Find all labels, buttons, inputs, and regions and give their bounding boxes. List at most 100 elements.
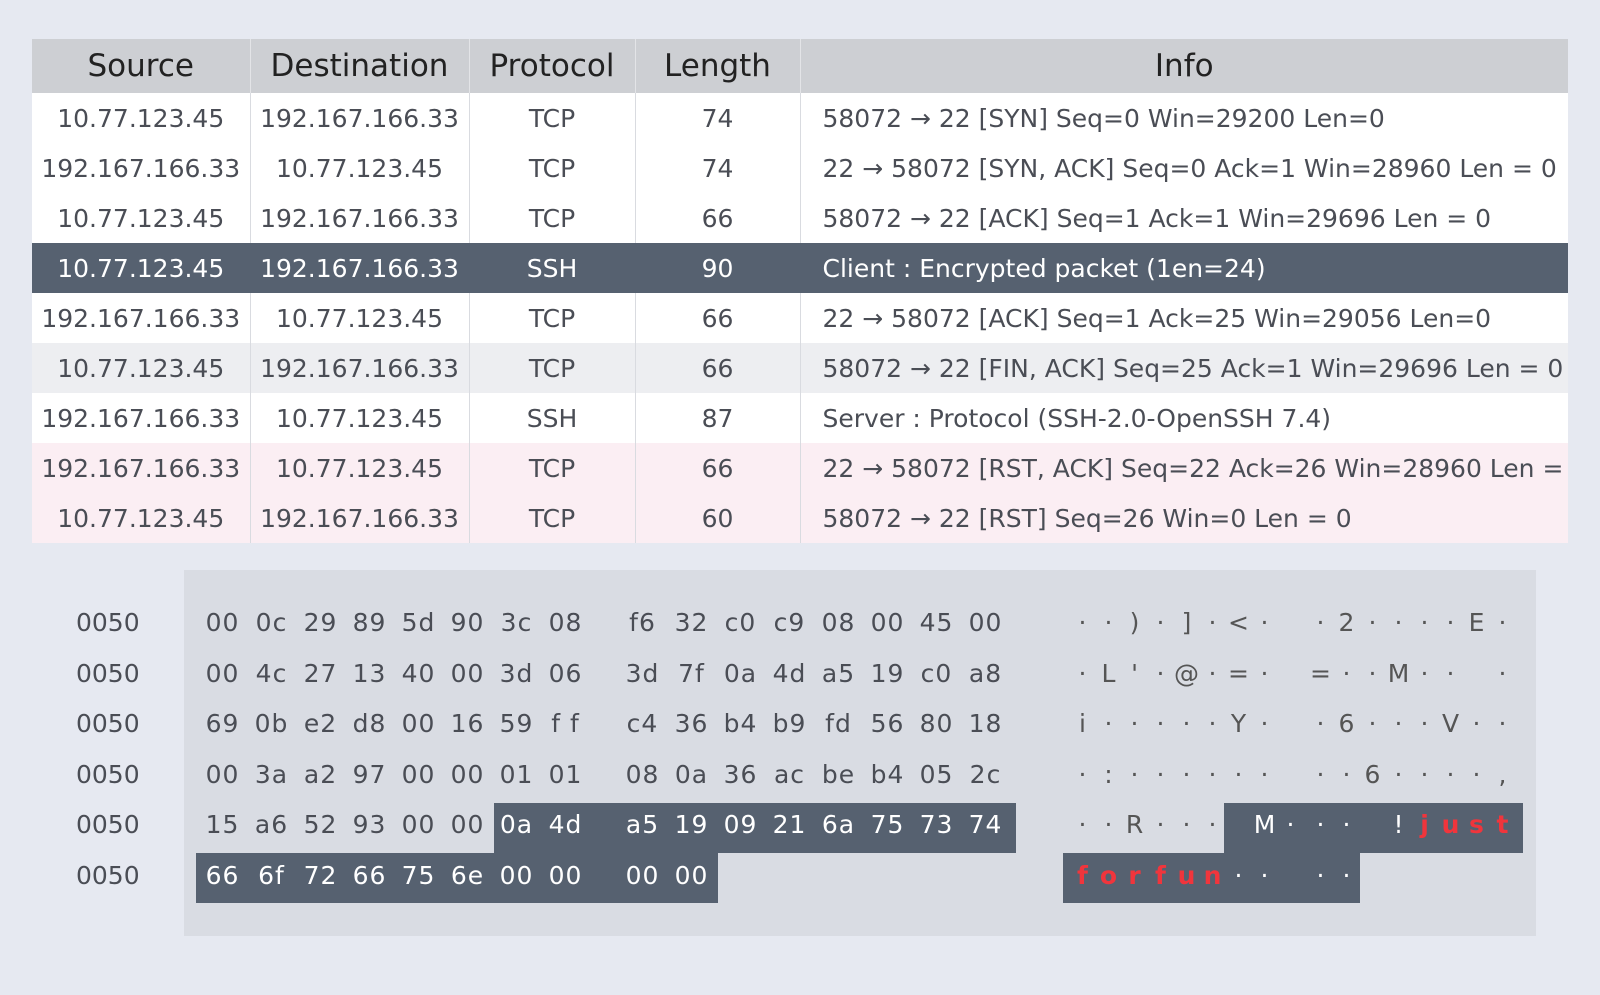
hex-byte[interactable]: 45 <box>912 608 961 637</box>
hex-byte[interactable]: 73 <box>912 810 961 839</box>
hex-byte[interactable]: 36 <box>716 760 765 789</box>
hex-byte[interactable]: 27 <box>296 659 345 688</box>
hex-byte[interactable]: c4 <box>618 709 667 738</box>
hex-byte[interactable]: a2 <box>296 760 345 789</box>
ascii-char[interactable]: · <box>1249 608 1280 637</box>
hex-byte[interactable]: 52 <box>296 810 345 839</box>
hex-byte[interactable]: 3a <box>247 760 296 789</box>
hex-byte[interactable]: 74 <box>961 810 1010 839</box>
ascii-char[interactable]: · <box>1487 608 1518 637</box>
packet-row[interactable]: 192.167.166.33 10.77.123.45 TCP 66 22 → 5807… <box>32 443 1568 493</box>
hex-byte[interactable]: 00 <box>961 608 1010 637</box>
ascii-char[interactable]: · <box>1487 659 1518 688</box>
ascii-char[interactable]: t <box>1487 810 1518 839</box>
hex-byte[interactable]: c0 <box>912 659 961 688</box>
hex-byte[interactable]: 0a <box>667 760 716 789</box>
hex-byte[interactable]: c9 <box>765 608 814 637</box>
hex-byte[interactable]: a8 <box>961 659 1010 688</box>
hex-byte[interactable]: 21 <box>765 810 814 839</box>
packet-row[interactable]: 10.77.123.45 192.167.166.33 SSH 90 Client : … <box>32 243 1568 293</box>
packet-row[interactable]: 192.167.166.33 10.77.123.45 TCP 66 22 → 5807… <box>32 293 1568 343</box>
hex-byte[interactable]: 3c <box>492 608 541 637</box>
hex-byte[interactable]: 09 <box>716 810 765 839</box>
ascii-char[interactable]: , <box>1487 760 1518 789</box>
hex-byte[interactable]: 80 <box>912 709 961 738</box>
hex-byte[interactable]: 56 <box>863 709 912 738</box>
ascii-char[interactable]: · <box>1331 810 1362 839</box>
packet-row[interactable]: 10.77.123.45 192.167.166.33 TCP 60 58072 → 2… <box>32 493 1568 543</box>
column-header-info[interactable]: Info <box>799 39 1568 93</box>
packet-row[interactable]: 10.77.123.45 192.167.166.33 TCP 74 58072 → 2… <box>32 93 1568 143</box>
hex-byte[interactable]: 0a <box>716 659 765 688</box>
hex-byte[interactable]: 06 <box>541 659 590 688</box>
packet-row[interactable]: 10.77.123.45 192.167.166.33 TCP 66 58072 → 2… <box>32 343 1568 393</box>
packet-row[interactable]: 192.167.166.33 10.77.123.45 SSH 87 Server : … <box>32 393 1568 443</box>
hex-byte[interactable]: ac <box>765 760 814 789</box>
hex-byte[interactable]: 19 <box>863 659 912 688</box>
hex-byte[interactable]: 19 <box>667 810 716 839</box>
hex-byte[interactable]: b4 <box>863 760 912 789</box>
hex-byte[interactable]: 40 <box>394 659 443 688</box>
hex-byte[interactable]: b9 <box>765 709 814 738</box>
hex-byte[interactable]: 66 <box>345 861 394 890</box>
hex-byte[interactable]: 00 <box>198 760 247 789</box>
hex-byte[interactable]: 18 <box>961 709 1010 738</box>
hex-byte[interactable]: 6f <box>247 861 296 890</box>
hex-byte[interactable]: c0 <box>716 608 765 637</box>
column-header-protocol[interactable]: Protocol <box>468 39 635 93</box>
hex-byte[interactable]: 05 <box>912 760 961 789</box>
ascii-char[interactable]: · <box>1197 810 1228 839</box>
hex-byte[interactable]: 7f <box>667 659 716 688</box>
hex-byte[interactable]: 89 <box>345 608 394 637</box>
hex-byte[interactable]: 00 <box>492 861 541 890</box>
hex-byte[interactable]: 97 <box>345 760 394 789</box>
hex-byte[interactable]: 0c <box>247 608 296 637</box>
column-header-source[interactable]: Source <box>32 39 250 93</box>
hex-byte[interactable]: 13 <box>345 659 394 688</box>
hex-byte[interactable]: 00 <box>618 861 667 890</box>
hex-byte[interactable]: be <box>814 760 863 789</box>
hex-byte[interactable]: 36 <box>667 709 716 738</box>
hex-byte[interactable]: 72 <box>296 861 345 890</box>
ascii-char[interactable]: · <box>1249 659 1280 688</box>
hex-byte[interactable]: d8 <box>345 709 394 738</box>
hex-byte[interactable]: 00 <box>443 760 492 789</box>
hex-byte[interactable]: 00 <box>394 810 443 839</box>
hex-byte[interactable]: 0a <box>492 810 541 839</box>
ascii-char[interactable]: · <box>1249 861 1280 890</box>
hex-byte[interactable]: 01 <box>541 760 590 789</box>
hex-byte[interactable]: 59 <box>492 709 541 738</box>
hex-byte[interactable]: 08 <box>618 760 667 789</box>
hex-byte[interactable]: a5 <box>618 810 667 839</box>
hex-byte[interactable]: 69 <box>198 709 247 738</box>
hex-byte[interactable]: 15 <box>198 810 247 839</box>
hex-byte[interactable]: 4d <box>541 810 590 839</box>
hex-byte[interactable]: 5d <box>394 608 443 637</box>
hex-byte[interactable]: 08 <box>541 608 590 637</box>
hex-byte[interactable]: fd <box>814 709 863 738</box>
hex-byte[interactable]: 00 <box>541 861 590 890</box>
hex-byte[interactable]: 00 <box>443 810 492 839</box>
hex-byte[interactable]: 00 <box>198 659 247 688</box>
hex-byte[interactable]: 00 <box>394 760 443 789</box>
hex-byte[interactable]: f f <box>541 709 590 738</box>
hex-byte[interactable]: 3d <box>492 659 541 688</box>
hex-byte[interactable]: 00 <box>394 709 443 738</box>
ascii-char[interactable]: · <box>1331 861 1362 890</box>
hex-byte[interactable]: 4c <box>247 659 296 688</box>
ascii-char[interactable]: · <box>1275 810 1306 839</box>
hex-byte[interactable]: 01 <box>492 760 541 789</box>
hex-byte[interactable]: 75 <box>394 861 443 890</box>
hex-byte[interactable]: f6 <box>618 608 667 637</box>
hex-byte[interactable]: 00 <box>667 861 716 890</box>
hex-byte[interactable]: 00 <box>198 608 247 637</box>
ascii-char[interactable]: · <box>1249 760 1280 789</box>
hex-byte[interactable]: a5 <box>814 659 863 688</box>
hex-byte[interactable]: 75 <box>863 810 912 839</box>
column-header-length[interactable]: Length <box>634 39 800 93</box>
hex-byte[interactable]: e2 <box>296 709 345 738</box>
hex-byte[interactable]: 32 <box>667 608 716 637</box>
hex-byte[interactable]: 29 <box>296 608 345 637</box>
packet-row[interactable]: 192.167.166.33 10.77.123.45 TCP 74 22 → 5807… <box>32 143 1568 193</box>
hex-byte[interactable]: 4d <box>765 659 814 688</box>
